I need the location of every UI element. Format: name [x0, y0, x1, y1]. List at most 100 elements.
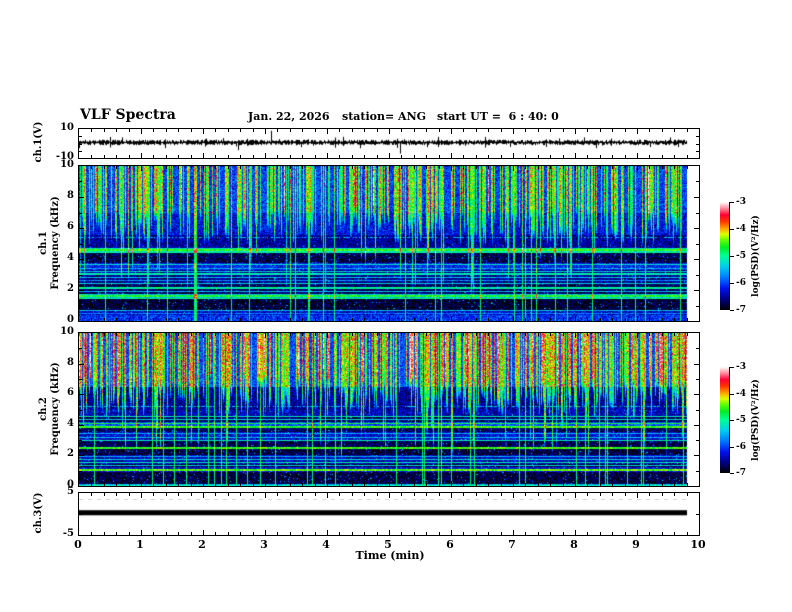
tick-mark — [339, 318, 340, 321]
tick-mark — [612, 493, 613, 496]
tick-mark — [116, 155, 117, 158]
tick-mark — [327, 153, 328, 158]
tick-mark — [587, 483, 588, 486]
tick-mark — [178, 129, 179, 132]
tick-mark — [662, 493, 663, 496]
tick-mark — [694, 455, 699, 456]
tick-mark — [302, 493, 303, 496]
x-tick-label: 8 — [570, 538, 578, 551]
tick-mark — [687, 155, 688, 158]
tick-mark — [587, 166, 588, 169]
tick-mark — [451, 493, 452, 498]
tick-mark — [550, 493, 551, 496]
colorbar-tick — [730, 283, 734, 284]
tick-mark — [575, 481, 576, 486]
tick-mark — [414, 493, 415, 496]
tick-mark — [612, 483, 613, 486]
tick-mark — [414, 155, 415, 158]
tick-mark — [153, 532, 154, 535]
tick-mark — [178, 532, 179, 535]
tick-mark — [141, 153, 142, 158]
tick-mark — [79, 514, 82, 515]
tick-mark — [315, 532, 316, 535]
tick-mark — [587, 318, 588, 321]
start-ut-label: start UT = 6 : 40: 0 — [437, 110, 559, 123]
y-tick-label: 6 — [67, 387, 74, 398]
colorbar-tick-label: -6 — [736, 278, 746, 288]
y-tick-label: 8 — [67, 357, 74, 368]
tick-mark — [166, 532, 167, 535]
tick-mark — [694, 228, 699, 229]
tick-mark — [104, 318, 105, 321]
tick-mark — [501, 155, 502, 158]
tick-mark — [563, 483, 564, 486]
tick-mark — [315, 333, 316, 336]
y-tick-label: 8 — [67, 190, 74, 201]
tick-mark — [191, 333, 192, 336]
tick-mark — [315, 129, 316, 132]
tick-mark — [649, 166, 650, 169]
x-tick-label: 5 — [384, 538, 392, 551]
tick-mark — [277, 155, 278, 158]
tick-mark — [290, 333, 291, 336]
tick-mark — [696, 244, 699, 245]
colorbar-tick — [730, 473, 734, 474]
tick-mark — [339, 166, 340, 169]
tick-mark — [253, 532, 254, 535]
tick-mark — [463, 333, 464, 336]
tick-mark — [662, 333, 663, 336]
tick-mark — [696, 410, 699, 411]
tick-mark — [141, 493, 142, 498]
tick-mark — [302, 333, 303, 336]
tick-mark — [240, 155, 241, 158]
tick-mark — [327, 129, 328, 134]
colorbar-ch1 — [720, 202, 730, 310]
tick-mark — [339, 532, 340, 535]
tick-mark — [377, 532, 378, 535]
tick-mark — [439, 333, 440, 336]
tick-mark — [79, 425, 84, 426]
tick-mark — [687, 493, 688, 496]
tick-mark — [513, 316, 514, 321]
tick-mark — [129, 155, 130, 158]
tick-mark — [91, 155, 92, 158]
tick-mark — [240, 129, 241, 132]
tick-mark — [401, 483, 402, 486]
tick-mark — [575, 333, 576, 338]
tick-mark — [426, 493, 427, 496]
tick-mark — [116, 129, 117, 132]
tick-mark — [116, 318, 117, 321]
tick-mark — [153, 129, 154, 132]
tick-mark — [141, 166, 142, 171]
tick-mark — [104, 333, 105, 336]
tick-mark — [696, 151, 699, 152]
colorbar-ch2-label: log(PSD)(V²/Hz) — [751, 379, 761, 461]
tick-mark — [302, 166, 303, 169]
tick-mark — [302, 532, 303, 535]
tick-mark — [389, 481, 390, 486]
tick-mark — [575, 153, 576, 158]
colorbar-ch2 — [720, 367, 730, 473]
tick-mark — [637, 333, 638, 338]
tick-mark — [488, 129, 489, 132]
tick-mark — [550, 318, 551, 321]
tick-mark — [290, 318, 291, 321]
tick-mark — [277, 483, 278, 486]
tick-mark — [488, 493, 489, 496]
tick-mark — [166, 155, 167, 158]
tick-mark — [674, 483, 675, 486]
tick-mark — [141, 129, 142, 134]
tick-mark — [79, 455, 84, 456]
tick-mark — [696, 181, 699, 182]
tick-mark — [575, 129, 576, 134]
tick-mark — [191, 129, 192, 132]
tick-mark — [91, 166, 92, 169]
tick-mark — [401, 155, 402, 158]
tick-mark — [91, 493, 92, 496]
tick-mark — [439, 532, 440, 535]
tick-mark — [315, 155, 316, 158]
tick-mark — [538, 155, 539, 158]
tick-mark — [587, 493, 588, 496]
tick-mark — [178, 166, 179, 169]
tick-mark — [563, 532, 564, 535]
